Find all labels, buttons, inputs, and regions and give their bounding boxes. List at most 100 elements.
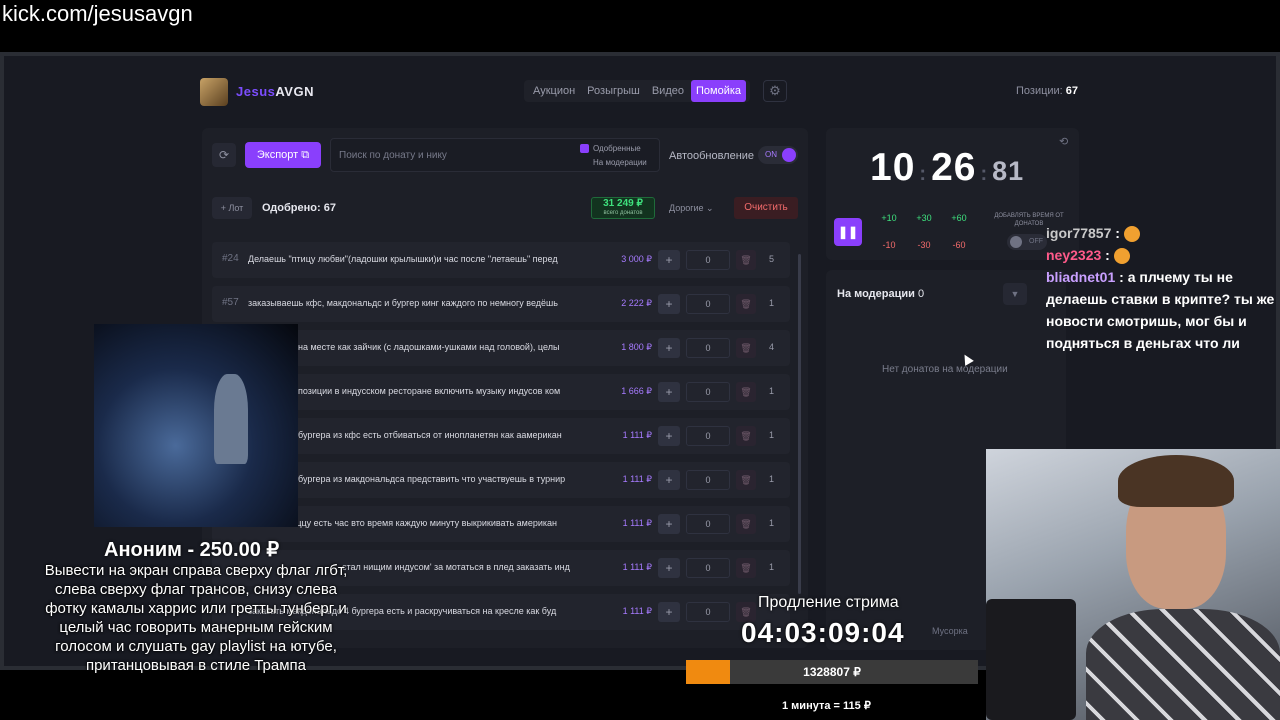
trash-icon[interactable]: 🗑 [736, 294, 756, 314]
autoupdate-label: Автообновление [669, 150, 755, 162]
chat-message: ney2323 : [1046, 244, 1280, 266]
amount-input[interactable]: 0 [686, 294, 730, 314]
timer-minutes: 10 [870, 146, 916, 189]
auction-timer: 10:26:81 [870, 146, 1024, 190]
chevron-down-icon: ⌄ [706, 203, 714, 213]
add-10-button[interactable]: +10 [876, 213, 902, 223]
add-amount-button[interactable]: + [658, 382, 680, 402]
donation-count: 1 [769, 298, 775, 308]
lot-text: стал нищим индусом' за мотаться в плед з… [342, 562, 570, 572]
donation-count: 1 [769, 430, 775, 440]
chat-message: bliadnet01 : а плчему ты не делаешь став… [1046, 266, 1280, 354]
toggle-knob [1010, 236, 1022, 248]
amount-input[interactable]: 0 [686, 514, 730, 534]
filter-approved-label: Одобренные [593, 144, 641, 153]
lot-number: #57 [222, 297, 239, 308]
moderation-label: На модерации [837, 288, 915, 300]
stream-extension-timer: 04:03:09:04 [741, 617, 905, 648]
rate-label: 1 минута = 115 ₽ [782, 700, 871, 712]
donation-donor: Аноним - 250.00 ₽ [104, 539, 280, 561]
amount-input[interactable]: 0 [686, 338, 730, 358]
amount-input[interactable]: 0 [686, 426, 730, 446]
lot-row: бургера из макдональдса представить что … [212, 462, 790, 498]
sort-label: Дорогие [669, 203, 704, 213]
trash-icon[interactable]: 🗑 [736, 514, 756, 534]
add-amount-button[interactable]: + [658, 426, 680, 446]
emoji-icon [1123, 226, 1140, 243]
tab-auction[interactable]: Аукцион [528, 80, 580, 102]
lot-amount: 2 222 ₽ [621, 298, 652, 308]
add-amount-button[interactable]: + [658, 250, 680, 270]
refresh-icon[interactable]: ⟳ [212, 143, 236, 167]
moderation-title: На модерации 0 [837, 288, 924, 300]
lot-amount: 1 111 ₽ [622, 474, 652, 484]
history-icon[interactable]: ⟲ [1059, 135, 1068, 148]
amount-input[interactable]: 0 [686, 250, 730, 270]
lot-amount: 1 800 ₽ [621, 342, 652, 352]
donation-message: Вывести на экран справа сверху флаг лгбт… [44, 562, 348, 674]
lot-amount: 1 111 ₽ [622, 518, 652, 528]
add-amount-button[interactable]: + [658, 602, 680, 622]
tab-trash-list[interactable]: Помойка [690, 80, 747, 102]
add-amount-button[interactable]: + [658, 294, 680, 314]
browser-url[interactable]: kick.com/jesusavgn [0, 0, 1280, 30]
amount-input[interactable]: 0 [686, 382, 730, 402]
sort-dropdown[interactable]: Дорогие ⌄ [663, 197, 727, 219]
trash-icon[interactable]: 🗑 [736, 250, 756, 270]
sub-60-button[interactable]: -60 [946, 240, 972, 250]
clear-button[interactable]: Очистить [734, 197, 798, 219]
amount-input[interactable]: 0 [686, 602, 730, 622]
trash-icon[interactable]: 🗑 [736, 426, 756, 446]
sub-10-button[interactable]: -10 [876, 240, 902, 250]
amount-input[interactable]: 0 [686, 558, 730, 578]
add-amount-button[interactable]: + [658, 338, 680, 358]
add-30-button[interactable]: +30 [911, 213, 937, 223]
trash-icon[interactable]: 🗑 [736, 382, 756, 402]
toggle-knob [782, 148, 796, 162]
chat-message: igor77857 : [1046, 222, 1280, 244]
pause-button[interactable]: ❚❚ [834, 218, 862, 246]
checkbox-approved[interactable] [580, 144, 589, 154]
add-60-button[interactable]: +60 [946, 213, 972, 223]
autoupdate-toggle[interactable]: ON [758, 146, 798, 164]
filter-group: Одобренные На модерации [580, 142, 647, 170]
add-lot-button[interactable]: + Лот [212, 197, 252, 219]
add-time-state: OFF [1029, 238, 1043, 245]
moderation-count: 0 [917, 288, 925, 300]
brand-part2: AVGN [275, 84, 314, 99]
settings-gear-icon[interactable]: ⚙ [763, 80, 787, 102]
timer-seconds: 26 [931, 146, 977, 189]
add-amount-button[interactable]: + [658, 470, 680, 490]
tab-giveaway[interactable]: Розыгрыш [582, 80, 645, 102]
export-button[interactable]: Экспорт ⧉ [245, 142, 321, 168]
webcam-feed [986, 449, 1280, 720]
donation-count: 1 [769, 562, 775, 572]
sub-30-button[interactable]: -30 [911, 240, 937, 250]
trash-icon[interactable]: 🗑 [736, 558, 756, 578]
lot-amount: 3 000 ₽ [621, 254, 652, 264]
donation-video [94, 324, 298, 527]
donation-count: 4 [769, 342, 775, 352]
lots-scrollbar[interactable] [798, 254, 801, 594]
amount-input[interactable]: 0 [686, 470, 730, 490]
filter-moderation[interactable]: На модерации [580, 156, 647, 170]
brand-part1: Jesus [236, 84, 276, 99]
total-donations-badge: 31 249 ₽ всего донатов [591, 197, 655, 219]
lot-row: #57 заказываешь кфс, макдональдс и бургер… [212, 286, 790, 322]
donation-count: 1 [769, 386, 775, 396]
filter-approved[interactable]: Одобренные [580, 142, 647, 156]
filter-moderation-label: На модерации [593, 158, 647, 167]
streamer-hair [1118, 455, 1234, 507]
tab-video[interactable]: Видео [647, 80, 689, 102]
positions-counter: Позиции: 67 [1016, 85, 1078, 97]
filter-icon[interactable]: ▼ [1003, 283, 1027, 305]
lot-text: заказываешь кфс, макдональдс и бургер ки… [248, 298, 558, 308]
trash-icon[interactable]: 🗑 [736, 338, 756, 358]
checkbox-moderation[interactable] [580, 158, 589, 168]
lot-text: позиции в индусском ресторане включить м… [298, 386, 561, 396]
add-amount-button[interactable]: + [658, 558, 680, 578]
add-amount-button[interactable]: + [658, 514, 680, 534]
add-time-toggle[interactable]: OFF [1007, 234, 1047, 250]
total-amount: 31 249 ₽ [603, 198, 643, 209]
trash-icon[interactable]: 🗑 [736, 470, 756, 490]
